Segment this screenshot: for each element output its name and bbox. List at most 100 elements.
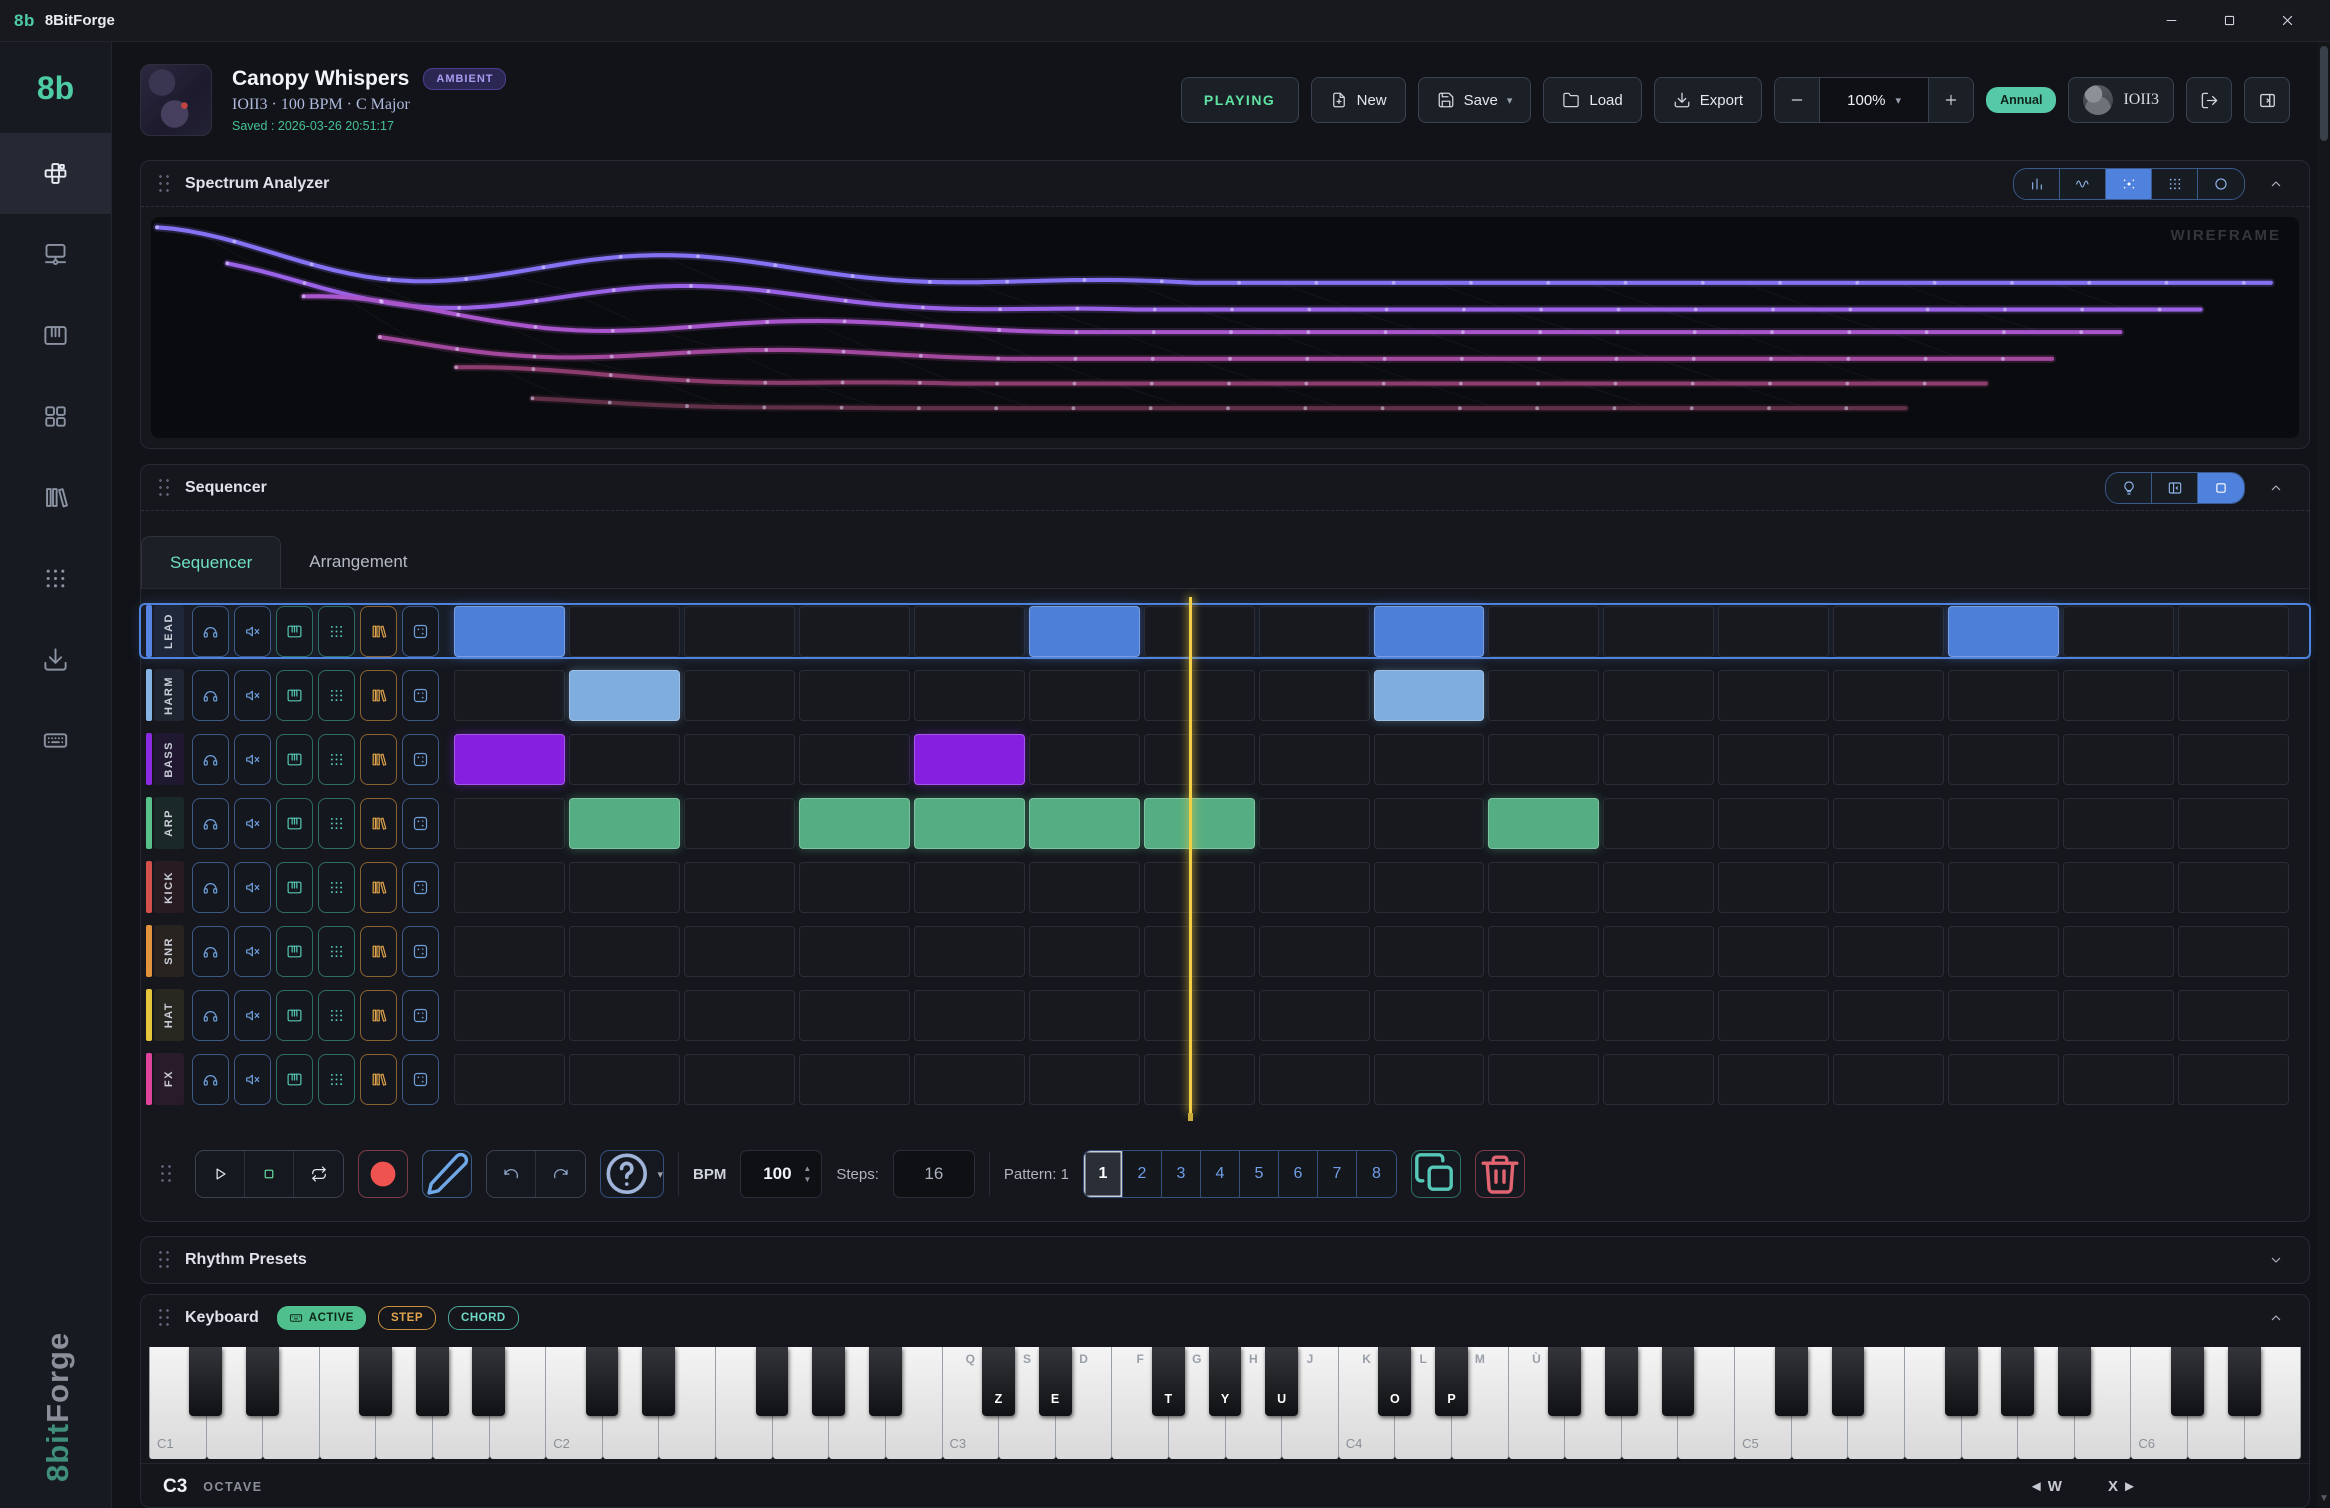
track-piano-roll-button[interactable] [276,862,313,913]
track-mute-button[interactable] [234,1054,271,1105]
black-key-24[interactable] [1548,1347,1581,1416]
step-cell-fx-6[interactable] [1029,1054,1140,1105]
step-cell-fx-4[interactable] [799,1054,910,1105]
step-cell-snr-14[interactable] [1948,926,2059,977]
pattern-button-7[interactable]: 7 [1318,1151,1357,1197]
steps-input[interactable]: 16 [893,1150,975,1198]
black-key-21[interactable]: O [1378,1347,1411,1416]
step-cell-bass-10[interactable] [1488,734,1599,785]
drag-handle-icon[interactable] [157,477,171,499]
black-key-26[interactable] [1662,1347,1695,1416]
sidebar-item-7[interactable] [0,700,111,781]
step-cell-bass-13[interactable] [1833,734,1944,785]
step-cell-fx-11[interactable] [1603,1054,1714,1105]
step-cell-arp-4[interactable] [799,798,910,849]
sidebar-item-1[interactable] [0,214,111,295]
step-cell-fx-14[interactable] [1948,1054,2059,1105]
sequencer-view-panel-left-icon[interactable] [2152,473,2198,503]
step-cell-snr-15[interactable] [2063,926,2174,977]
play-button[interactable] [196,1151,245,1197]
track-randomize-button[interactable] [402,990,439,1041]
stop-button[interactable] [245,1151,294,1197]
track-library-button[interactable] [360,926,397,977]
step-cell-snr-6[interactable] [1029,926,1140,977]
pattern-button-8[interactable]: 8 [1357,1151,1396,1197]
step-cell-bass-14[interactable] [1948,734,2059,785]
track-piano-roll-button[interactable] [276,734,313,785]
track-steps-button[interactable] [318,606,355,657]
sidebar-item-2[interactable] [0,295,111,376]
step-cell-lead-8[interactable] [1259,606,1370,657]
octave-down-button[interactable]: ◄ W [2029,1478,2062,1495]
black-key-17[interactable]: T [1152,1347,1185,1416]
save-button[interactable]: Save ▾ [1418,77,1532,123]
step-cell-kick-13[interactable] [1833,862,1944,913]
step-cell-fx-5[interactable] [914,1054,1025,1105]
black-key-33[interactable] [2058,1347,2091,1416]
step-cell-bass-5[interactable] [914,734,1025,785]
step-cell-snr-5[interactable] [914,926,1025,977]
close-button[interactable] [2258,0,2316,42]
sequencer-view-lightbulb-icon[interactable] [2106,473,2152,503]
drag-handle-icon[interactable] [157,1307,171,1329]
step-cell-fx-15[interactable] [2063,1054,2174,1105]
black-key-32[interactable] [2001,1347,2034,1416]
black-key-11[interactable] [812,1347,845,1416]
step-cell-arp-12[interactable] [1718,798,1829,849]
step-cell-bass-16[interactable] [2178,734,2289,785]
step-cell-harm-5[interactable] [914,670,1025,721]
maximize-button[interactable] [2200,0,2258,42]
step-cell-lead-11[interactable] [1603,606,1714,657]
loop-button[interactable] [294,1151,343,1197]
black-key-8[interactable] [642,1347,675,1416]
minimize-button[interactable] [2142,0,2200,42]
step-cell-hat-4[interactable] [799,990,910,1041]
drag-handle-icon[interactable] [159,1163,173,1185]
step-cell-snr-2[interactable] [569,926,680,977]
track-mute-button[interactable] [234,606,271,657]
black-key-10[interactable] [756,1347,789,1416]
spectrum-view-wave-icon[interactable] [2060,169,2106,199]
step-cell-snr-3[interactable] [684,926,795,977]
step-cell-arp-16[interactable] [2178,798,2289,849]
step-cell-hat-5[interactable] [914,990,1025,1041]
step-cell-fx-12[interactable] [1718,1054,1829,1105]
undo-button[interactable] [487,1151,536,1197]
pattern-button-5[interactable]: 5 [1240,1151,1279,1197]
black-key-18[interactable]: Y [1209,1347,1242,1416]
spectrum-view-bar-chart-icon[interactable] [2014,169,2060,199]
track-steps-button[interactable] [318,990,355,1041]
step-cell-harm-11[interactable] [1603,670,1714,721]
track-randomize-button[interactable] [402,606,439,657]
track-piano-roll-button[interactable] [276,670,313,721]
step-cell-harm-15[interactable] [2063,670,2174,721]
step-cell-arp-9[interactable] [1374,798,1485,849]
step-cell-lead-15[interactable] [2063,606,2174,657]
expand-rhythm-presets-button[interactable] [2259,1245,2293,1275]
step-cell-snr-7[interactable] [1144,926,1255,977]
clear-pattern-button[interactable] [1475,1150,1525,1198]
step-cell-arp-10[interactable] [1488,798,1599,849]
step-cell-harm-1[interactable] [454,670,565,721]
step-cell-snr-4[interactable] [799,926,910,977]
step-cell-harm-10[interactable] [1488,670,1599,721]
step-cell-kick-2[interactable] [569,862,680,913]
step-cell-arp-3[interactable] [684,798,795,849]
black-key-1[interactable] [246,1347,279,1416]
pattern-button-1[interactable]: 1 [1084,1151,1123,1197]
step-cell-hat-6[interactable] [1029,990,1140,1041]
chord-mode-badge[interactable]: CHORD [448,1306,519,1330]
step-cell-arp-11[interactable] [1603,798,1714,849]
new-button[interactable]: New [1311,77,1406,123]
black-key-3[interactable] [359,1347,392,1416]
octave-up-button[interactable]: X ► [2108,1478,2137,1495]
track-randomize-button[interactable] [402,670,439,721]
track-library-button[interactable] [360,734,397,785]
step-cell-arp-13[interactable] [1833,798,1944,849]
track-steps-button[interactable] [318,862,355,913]
track-steps-button[interactable] [318,798,355,849]
sidebar-item-4[interactable] [0,457,111,538]
track-label-kick[interactable]: KICK [154,861,184,913]
step-cell-hat-11[interactable] [1603,990,1714,1041]
track-mute-button[interactable] [234,990,271,1041]
